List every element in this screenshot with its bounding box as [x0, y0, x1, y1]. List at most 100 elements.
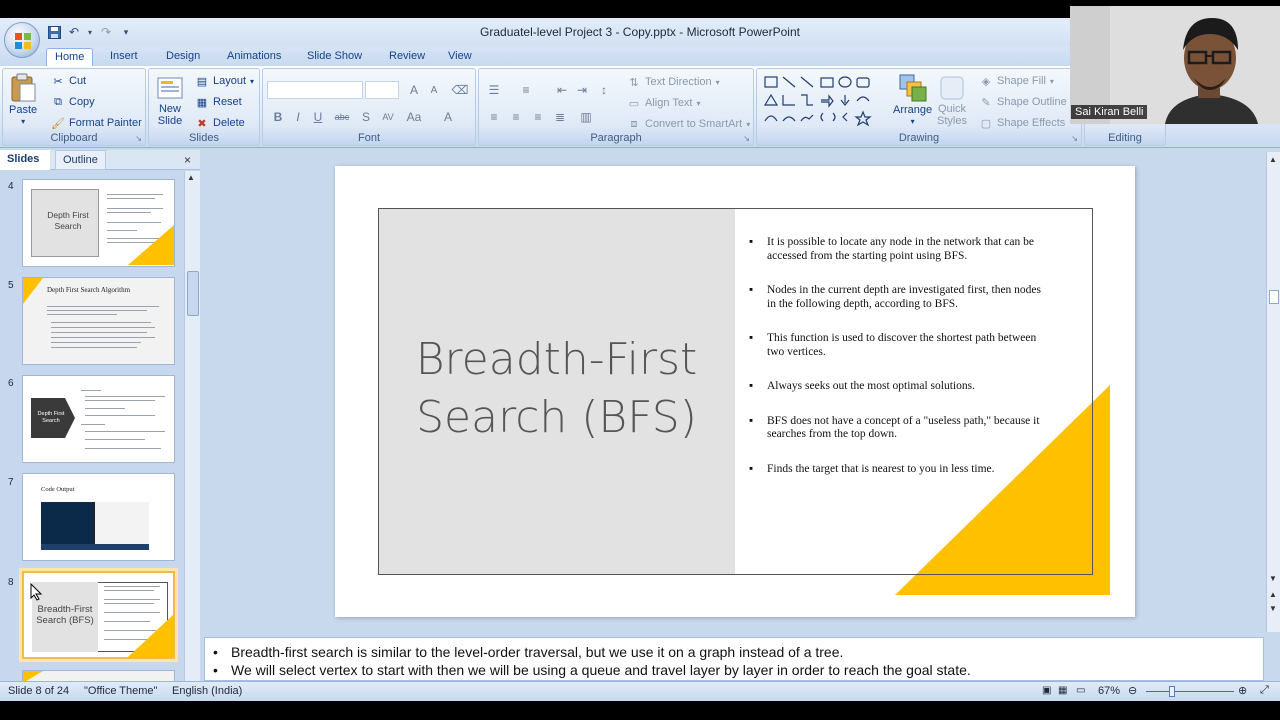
tab-insert[interactable]: Insert: [102, 48, 146, 66]
reset-button[interactable]: ▦ Reset: [195, 95, 242, 109]
italic-icon[interactable]: I: [289, 109, 307, 125]
copy-button[interactable]: ⧉ Copy: [51, 95, 95, 109]
tab-review[interactable]: Review: [381, 48, 433, 66]
zoom-out-icon[interactable]: ⊖: [1128, 684, 1137, 697]
bold-icon[interactable]: B: [269, 109, 287, 125]
scroll-thumb[interactable]: [187, 271, 199, 316]
strikethrough-icon[interactable]: abc: [333, 109, 351, 125]
zoom-in-icon[interactable]: ⊕: [1238, 684, 1247, 697]
quick-styles-label-1: Quick: [937, 103, 967, 115]
fit-to-window-icon[interactable]: ⤢: [1260, 684, 1269, 697]
slide-thumbnail-4[interactable]: Depth First Search: [22, 179, 175, 267]
shadow-icon[interactable]: S: [357, 109, 375, 125]
shape-effects-button[interactable]: ▢ Shape Effects: [979, 116, 1066, 130]
line-spacing-icon[interactable]: ↕: [595, 82, 613, 98]
thumb-code-output: [95, 502, 149, 550]
decrease-indent-icon[interactable]: ⇤: [553, 82, 571, 98]
scroll-down-icon[interactable]: ▼: [1269, 574, 1277, 583]
scroll-up-icon[interactable]: ▲: [1269, 155, 1277, 164]
format-painter-button[interactable]: 🖌 Format Painter: [51, 116, 142, 130]
text-direction-button[interactable]: ⇅ Text Direction ▾: [627, 75, 719, 89]
tab-outline[interactable]: Outline: [55, 150, 106, 170]
paste-button[interactable]: Paste ▾: [9, 73, 37, 126]
zoom-level[interactable]: 67%: [1098, 685, 1120, 697]
font-size-combo[interactable]: [365, 81, 399, 99]
justify-icon[interactable]: ≣: [551, 109, 569, 125]
align-center-icon[interactable]: ≡: [507, 109, 525, 125]
tab-design[interactable]: Design: [158, 48, 208, 66]
format-painter-icon: 🖌: [51, 117, 65, 130]
quick-styles-button[interactable]: Quick Styles: [937, 73, 967, 127]
change-case-icon[interactable]: Aa: [405, 109, 423, 125]
drawing-group: Arrange ▾ Quick Styles ◈ Shape Fill ▾ ✎ …: [756, 68, 1082, 146]
align-left-icon[interactable]: ≡: [485, 109, 503, 125]
numbering-icon[interactable]: ≡: [517, 82, 535, 98]
thumbnails-scrollbar[interactable]: ▲: [184, 171, 200, 681]
shape-fill-button[interactable]: ◈ Shape Fill ▾: [979, 74, 1054, 88]
slide-sorter-icon[interactable]: ▦: [1058, 685, 1067, 696]
delete-label: Delete: [213, 117, 245, 129]
notes-pane[interactable]: • Breadth-first search is similar to the …: [204, 637, 1264, 681]
paragraph-launcher-icon[interactable]: ↘: [743, 134, 750, 143]
character-spacing-icon[interactable]: AV: [379, 109, 397, 125]
shape-fill-label: Shape Fill: [997, 75, 1046, 87]
slide-thumbnail-6[interactable]: Depth First Search: [22, 375, 175, 463]
arrange-button[interactable]: Arrange ▾: [893, 73, 932, 126]
current-slide[interactable]: Breadth-First Search (BFS) ▪ It is possib…: [335, 166, 1135, 617]
paste-icon: [11, 73, 36, 102]
slide-bullet-list[interactable]: ▪ It is possible to locate any node in th…: [749, 236, 1049, 497]
shrink-font-icon[interactable]: A: [425, 82, 443, 98]
align-text-button[interactable]: ▭ Align Text ▾: [627, 96, 701, 110]
slide-title[interactable]: Breadth-First Search (BFS): [378, 331, 735, 447]
close-pane-icon[interactable]: ×: [184, 153, 191, 167]
layout-button[interactable]: ▤ Layout ▾: [195, 74, 254, 88]
underline-icon[interactable]: U: [309, 109, 327, 125]
shapes-gallery-icon[interactable]: [763, 75, 883, 131]
slide-thumbnails: 4 Depth First Search 5 Depth First Searc…: [0, 171, 200, 681]
clipboard-launcher-icon[interactable]: ↘: [135, 134, 142, 143]
zoom-slider[interactable]: [1146, 691, 1234, 692]
bullet-marker: ▪: [749, 462, 754, 475]
slide-thumbnail-9[interactable]: [22, 670, 175, 681]
powerpoint-window: ↶ ▾ ↷ ▾ Graduatel-level Project 3 - Copy…: [0, 0, 1280, 720]
thumb-text-line: [51, 337, 155, 338]
clear-formatting-icon[interactable]: ⌫: [451, 82, 469, 98]
slide-thumbnail-8[interactable]: Breadth-First Search (BFS): [22, 571, 175, 659]
new-slide-button[interactable]: New Slide: [155, 73, 185, 127]
increase-indent-icon[interactable]: ⇥: [573, 82, 591, 98]
slide-thumbnail-5[interactable]: Depth First Search Algorithm: [22, 277, 175, 365]
bullets-icon[interactable]: ☰: [485, 82, 503, 98]
tab-animations[interactable]: Animations: [219, 48, 289, 66]
vertical-scrollbar[interactable]: ▲ ▼ ▲ ▼: [1266, 152, 1280, 632]
shape-outline-button[interactable]: ✎ Shape Outline: [979, 95, 1066, 109]
drawing-launcher-icon[interactable]: ↘: [1071, 134, 1078, 143]
language[interactable]: English (India): [172, 685, 242, 697]
columns-icon[interactable]: ▥: [577, 109, 595, 125]
slide-show-icon[interactable]: ▭: [1076, 685, 1085, 696]
normal-view-icon[interactable]: ▣: [1042, 685, 1051, 696]
previous-slide-icon[interactable]: ▲: [1269, 590, 1277, 599]
scroll-up-icon[interactable]: ▲: [187, 173, 195, 182]
tab-home[interactable]: Home: [46, 48, 94, 66]
align-right-icon[interactable]: ≡: [529, 109, 547, 125]
tab-view[interactable]: View: [440, 48, 480, 66]
zoom-slider-thumb[interactable]: [1169, 686, 1175, 697]
bullet-text: Always seeks out the most optimal soluti…: [767, 380, 975, 392]
tab-slide-show[interactable]: Slide Show: [299, 48, 370, 66]
grow-font-icon[interactable]: A: [405, 82, 423, 98]
font-color-icon[interactable]: A: [439, 109, 457, 125]
tab-slides[interactable]: Slides: [0, 150, 50, 170]
slide-thumbnail-7[interactable]: Code Output: [22, 473, 175, 561]
office-button[interactable]: [4, 22, 40, 58]
note-text: We will select vertex to start with then…: [231, 662, 971, 678]
convert-smartart-button[interactable]: ⧈ Convert to SmartArt ▾: [627, 117, 751, 131]
font-family-combo[interactable]: [267, 81, 363, 99]
slide-title-line-1: Breadth-First: [415, 334, 698, 385]
cut-button[interactable]: ✂ Cut: [51, 74, 86, 88]
screen-border-bottom: [0, 701, 1280, 720]
next-slide-icon[interactable]: ▼: [1269, 604, 1277, 613]
thumb-number: 5: [8, 280, 14, 291]
delete-button[interactable]: ✖ Delete: [195, 116, 245, 130]
scroll-thumb[interactable]: [1269, 290, 1279, 304]
bullet-text: This function is used to discover the sh…: [767, 332, 1037, 358]
